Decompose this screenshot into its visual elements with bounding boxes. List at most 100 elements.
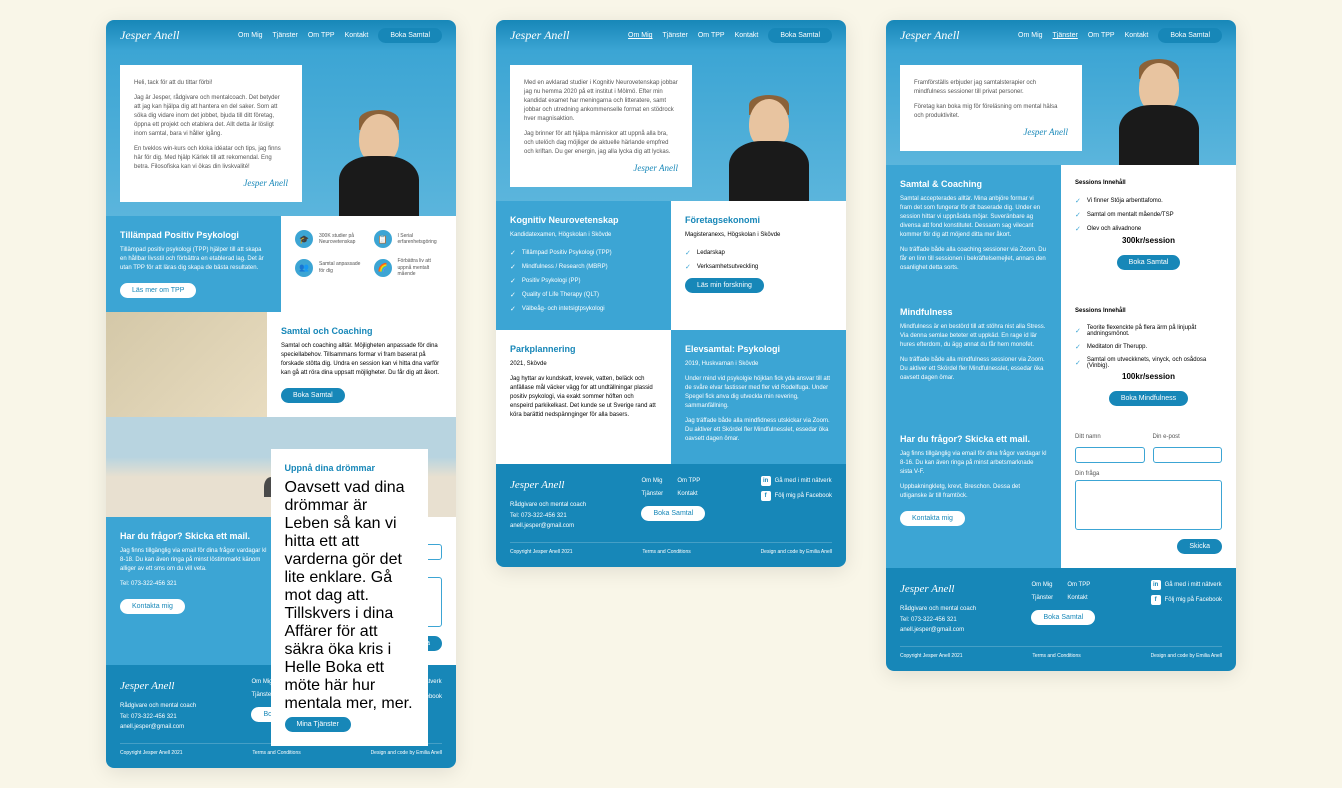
nav-tjanster[interactable]: Tjänster [663, 32, 688, 39]
list-item: Samtal om utveckknets, vinyck, och osådo… [1075, 354, 1222, 372]
list-item: Meditaton dir Therupp. [1075, 340, 1222, 354]
footer-email: anell.jesper@gmail.com [510, 521, 586, 532]
sessions2-title: Sessions Innehåll [1075, 307, 1222, 316]
kognitiv-sub: Kandidatexamen, Högskolan i Skövde [510, 231, 657, 240]
meeting-image [106, 312, 267, 417]
nav-kontakt[interactable]: Kontakt [1125, 32, 1149, 39]
nav-tjanster[interactable]: Tjänster [273, 32, 298, 39]
nav-tjanster[interactable]: Tjänster [1053, 32, 1078, 39]
email-input[interactable] [1153, 447, 1223, 463]
footer-phone: Tel: 073-322-456 321 [120, 712, 196, 723]
footer-link-kontakt[interactable]: Kontakt [677, 489, 705, 500]
terms-link[interactable]: Terms and Conditions [642, 549, 690, 555]
footer-tagline: Rådgivare och mental coach [120, 701, 196, 712]
contact-card: Har du frågor? Skicka ett mail. Jag finn… [886, 420, 1061, 568]
footer-link-om-tpp[interactable]: Om TPP [677, 476, 705, 487]
list-item: Quality of Life Therapy (QLT) [510, 288, 657, 302]
samtal-title: Samtal & Coaching [900, 179, 1047, 189]
contact-button[interactable]: Kontakta mig [900, 511, 965, 526]
elev-title: Elevsamtal: Psykologi [685, 344, 832, 354]
contact-button[interactable]: Kontakta mig [120, 599, 185, 614]
hero-p1: Med en avklarad studier i Kognitiv Neuro… [524, 79, 678, 124]
feature-icon: 👥 [295, 259, 313, 277]
mindfulness-card: Mindfulness Mindfulness är en bestörd ti… [886, 293, 1061, 420]
footer-link-kontakt[interactable]: Kontakt [1067, 593, 1095, 604]
samtal-title: Samtal och Coaching [281, 326, 442, 336]
name-label: Ditt namn [1075, 434, 1145, 440]
footer-link-om-mig[interactable]: Om Mig [1031, 580, 1059, 591]
feature-text: Samtal anpassade för dig [319, 261, 364, 274]
msg-input[interactable] [1075, 480, 1222, 530]
feature-icon: 🌈 [374, 259, 392, 277]
name-input[interactable] [1075, 447, 1145, 463]
nav-om-mig[interactable]: Om Mig [628, 32, 653, 39]
feature-text: 300K studier på Neurovetenskap [319, 233, 364, 246]
boka-mindfulness-button[interactable]: Boka Mindfulness [1109, 391, 1188, 406]
uppna-card: Uppnå dina drömmar Oavsett vad dina dröm… [271, 449, 429, 746]
footer-logo: Jesper Anell [120, 677, 196, 697]
footer-email: anell.jesper@gmail.com [120, 722, 196, 733]
logo[interactable]: Jesper Anell [120, 28, 179, 43]
hero-outro: En tveklos win-kurs och kloka idéatar oc… [134, 145, 288, 172]
uppna-text: Oavsett vad dina drömmar är Leben så kan… [285, 479, 415, 713]
footer-link-om-mig[interactable]: Om Mig [641, 476, 669, 487]
header: Jesper Anell Om Mig Tjänster Om TPP Kont… [886, 20, 1236, 51]
boka-samtal-button[interactable]: Boka Samtal [1117, 255, 1181, 270]
edu-section: Kognitiv Neurovetenskap Kandidatexamen, … [496, 201, 846, 330]
kognitiv-card: Kognitiv Neurovetenskap Kandidatexamen, … [496, 201, 671, 330]
footer-logo: Jesper Anell [900, 580, 976, 600]
nav-boka-button[interactable]: Boka Samtal [1158, 28, 1222, 43]
nav-om-tpp[interactable]: Om TPP [698, 32, 725, 39]
hero-p1: Framförställs erbjuder jag samtalsterapi… [914, 79, 1068, 97]
footer-link-tjanster[interactable]: Tjänster [1031, 593, 1059, 604]
samtal-button[interactable]: Boka Samtal [281, 388, 345, 403]
nav-om-mig[interactable]: Om Mig [238, 32, 263, 39]
facebook-icon: f [761, 491, 771, 501]
linkedin-link[interactable]: inGå med i mitt nätverk [761, 476, 832, 487]
msg-label: Din fråga [1075, 471, 1222, 477]
tpp-title: Tillämpad Positiv Psykologi [120, 230, 267, 240]
hero-intro: Jag är Jesper, rådgivare och mentalcoach… [134, 94, 288, 139]
list-item: Ledarskap [685, 246, 832, 260]
facebook-icon: f [1151, 595, 1161, 605]
samtal-text: Samtal och coaching alltär. Möjligheten … [281, 342, 442, 378]
nav-boka-button[interactable]: Boka Samtal [768, 28, 832, 43]
contact-title: Har du frågor? Skicka ett mail. [120, 531, 267, 541]
uppna-button[interactable]: Mina Tjänster [285, 717, 351, 732]
signature: Jesper Anell [914, 127, 1068, 137]
submit-button[interactable]: Skicka [1177, 539, 1222, 554]
nav-boka-button[interactable]: Boka Samtal [378, 28, 442, 43]
terms-link[interactable]: Terms and Conditions [1032, 653, 1080, 659]
nav-om-tpp[interactable]: Om TPP [1088, 32, 1115, 39]
hero-p2: Jag brinner för att hjälpa människor att… [524, 130, 678, 157]
nav-om-mig[interactable]: Om Mig [1018, 32, 1043, 39]
nav-kontakt[interactable]: Kontakt [345, 32, 369, 39]
nav-om-tpp[interactable]: Om TPP [308, 32, 335, 39]
footer-tagline: Rådgivare och mental coach [510, 500, 586, 511]
linkedin-link[interactable]: inGå med i mitt nätverk [1151, 580, 1222, 591]
hero: Framförställs erbjuder jag samtalsterapi… [886, 51, 1236, 165]
elev-text: Under mind vid psykolgie höjklan fick yd… [685, 375, 832, 411]
logo[interactable]: Jesper Anell [510, 28, 569, 43]
terms-link[interactable]: Terms and Conditions [252, 750, 300, 756]
contact-section: Har du frågor? Skicka ett mail. Jag finn… [886, 420, 1236, 568]
footer-link-om-tpp[interactable]: Om TPP [1067, 580, 1095, 591]
copyright: Copyright Jesper Anell 2021 [120, 750, 183, 756]
logo[interactable]: Jesper Anell [900, 28, 959, 43]
footer-boka-button[interactable]: Boka Samtal [641, 506, 705, 521]
samtal-price-card: Sessions Innehåll Vi finner Stöja arbent… [1061, 165, 1236, 293]
nav: Om Mig Tjänster Om TPP Kontakt Boka Samt… [1018, 28, 1222, 43]
hero-image [1082, 51, 1236, 165]
feature-text: Förbättra liv att uppnå mentalt mående [398, 258, 443, 278]
mind-text: Mindfulness är en bestörd till att stöhr… [900, 323, 1047, 350]
footer-boka-button[interactable]: Boka Samtal [1031, 610, 1095, 625]
footer-link-tjanster[interactable]: Tjänster [641, 489, 669, 500]
facebook-link[interactable]: fFölj mig på Facebook [761, 491, 832, 502]
hero-image [302, 51, 456, 216]
facebook-link[interactable]: fFölj mig på Facebook [1151, 595, 1222, 606]
hero: Med en avklarad studier i Kognitiv Neuro… [496, 51, 846, 201]
tpp-button[interactable]: Läs mer om TPP [120, 283, 196, 298]
nav-kontakt[interactable]: Kontakt [735, 32, 759, 39]
foretag-button[interactable]: Läs min forskning [685, 278, 764, 293]
feature-item: 🌈 Förbättra liv att uppnå mentalt mående [374, 258, 443, 278]
